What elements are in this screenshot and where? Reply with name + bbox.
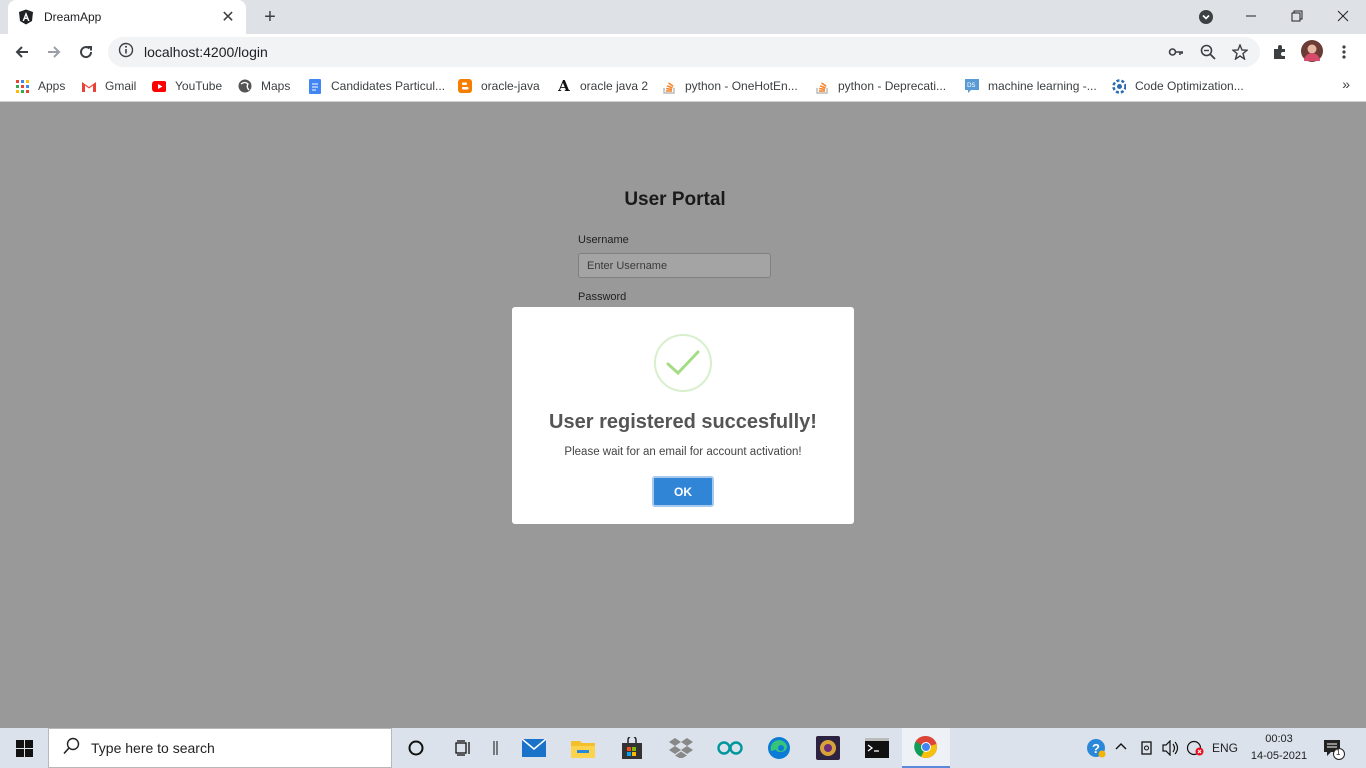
bookmark-label: Code Optimization... <box>1135 79 1244 93</box>
notifications-icon[interactable]: 1 <box>1322 738 1346 763</box>
username-input[interactable] <box>578 253 771 278</box>
bookmark-label: Gmail <box>105 79 137 93</box>
minimize-button[interactable] <box>1228 0 1274 32</box>
url-text: localhost:4200/login <box>144 44 268 60</box>
bookmark-python-deprecation[interactable]: python - Deprecati... <box>815 76 946 96</box>
clock-date: 14-05-2021 <box>1250 750 1308 762</box>
back-button[interactable] <box>8 38 36 66</box>
volume-icon[interactable] <box>1162 739 1180 759</box>
search-icon <box>63 737 81 760</box>
tab-close-icon[interactable]: ✕ <box>220 7 236 27</box>
onedrive-icon[interactable] <box>1140 740 1154 759</box>
forward-button[interactable] <box>40 38 68 66</box>
stackoverflow-icon <box>662 79 676 94</box>
angular-icon <box>18 9 34 25</box>
store-icon[interactable] <box>608 728 656 768</box>
blogger-icon <box>458 79 472 93</box>
clock-time: 00:03 <box>1265 733 1293 745</box>
key-icon[interactable] <box>1168 44 1184 60</box>
bookmark-label: python - Deprecati... <box>838 79 947 93</box>
avatar[interactable] <box>1301 40 1323 62</box>
language-indicator[interactable]: ENG <box>1212 741 1238 755</box>
chevron-up-icon[interactable] <box>1114 740 1128 757</box>
reload-button[interactable] <box>72 38 100 66</box>
network-disconnected-icon[interactable] <box>1186 740 1204 759</box>
mail-icon[interactable] <box>510 728 558 768</box>
bookmark-label: Maps <box>261 79 291 93</box>
maps-icon <box>238 79 252 93</box>
bookmark-oracle-java[interactable]: oracle-java <box>458 76 540 96</box>
windows-start-icon[interactable] <box>0 728 48 768</box>
docs-icon <box>308 78 322 94</box>
datascience-icon: DS <box>965 79 979 93</box>
chrome-icon[interactable] <box>902 728 950 768</box>
stackoverflow-icon <box>815 79 829 94</box>
game-app-icon[interactable] <box>804 728 852 768</box>
browser-tab[interactable]: DreamApp ✕ <box>8 0 246 34</box>
edge-icon[interactable] <box>755 728 803 768</box>
success-check-icon <box>654 334 712 392</box>
page-title: User Portal <box>624 189 726 210</box>
bookmark-label: Apps <box>38 79 66 93</box>
cortana-icon[interactable] <box>392 728 440 768</box>
dialog-title: User registered succesfully! <box>549 411 817 433</box>
bookmark-star-icon[interactable] <box>1232 44 1248 60</box>
code-icon <box>1112 78 1126 94</box>
dropbox-icon[interactable] <box>657 728 705 768</box>
menu-icon[interactable] <box>1334 42 1354 62</box>
tab-search-icon[interactable] <box>1197 8 1215 26</box>
ok-button[interactable]: OK <box>652 476 714 507</box>
new-tab-button[interactable]: + <box>258 6 282 28</box>
gmail-icon <box>82 79 96 93</box>
bookmark-label: python - OneHotEn... <box>685 79 798 93</box>
search-placeholder: Type here to search <box>91 740 215 756</box>
bookmark-label: machine learning -... <box>988 79 1097 93</box>
info-icon[interactable] <box>118 42 134 63</box>
bookmark-apps[interactable]: Apps <box>15 76 65 96</box>
bookmark-label: oracle-java <box>481 79 540 93</box>
taskbar: Type here to search ? ENG 00:03 14-05-20… <box>0 728 1366 768</box>
close-window-button[interactable] <box>1320 0 1366 32</box>
bookmark-python-onehot[interactable]: python - OneHotEn... <box>662 76 798 96</box>
arduino-icon[interactable] <box>706 728 754 768</box>
taskbar-search[interactable]: Type here to search <box>48 728 392 768</box>
notification-count: 1 <box>1336 748 1341 757</box>
apps-grid-icon <box>15 79 29 93</box>
youtube-icon <box>152 79 166 93</box>
bookmark-oracle-java-2[interactable]: A oracle java 2 <box>557 76 648 96</box>
bookmark-candidates[interactable]: Candidates Particul... <box>308 76 445 96</box>
bookmark-machine-learning[interactable]: DS machine learning -... <box>965 76 1097 96</box>
tab-title: DreamApp <box>44 10 102 24</box>
bookmarks-overflow-button[interactable]: » <box>1342 76 1350 92</box>
extensions-icon[interactable] <box>1270 42 1290 62</box>
dialog-message: Please wait for an email for account act… <box>564 446 802 458</box>
terminal-icon[interactable] <box>853 728 901 768</box>
browser-tab-strip: DreamApp ✕ + <box>0 0 1366 34</box>
browser-toolbar: localhost:4200/login <box>0 34 1366 70</box>
system-clock[interactable]: 00:03 14-05-2021 <box>1248 731 1310 765</box>
password-label: Password <box>578 291 627 303</box>
address-bar[interactable]: localhost:4200/login <box>108 37 1260 67</box>
bookmarks-bar: Apps Gmail YouTube Maps Candidates Parti… <box>0 70 1366 102</box>
bookmark-label: oracle java 2 <box>580 79 649 93</box>
page-viewport: User Portal Username Password User regis… <box>0 103 1366 728</box>
bookmark-youtube[interactable]: YouTube <box>152 76 222 96</box>
bookmark-gmail[interactable]: Gmail <box>82 76 136 96</box>
bookmark-label: Candidates Particul... <box>331 79 446 93</box>
bookmark-code-optimization[interactable]: Code Optimization... <box>1112 76 1244 96</box>
zoom-icon[interactable] <box>1200 44 1216 60</box>
restore-button[interactable] <box>1274 0 1320 32</box>
bookmark-maps[interactable]: Maps <box>238 76 290 96</box>
help-icon[interactable]: ? <box>1086 738 1106 761</box>
svg-text:DS: DS <box>967 82 976 89</box>
success-dialog: User registered succesfully! Please wait… <box>512 307 854 524</box>
bookmark-label: YouTube <box>175 79 223 93</box>
font-a-icon: A <box>558 77 570 95</box>
file-explorer-icon[interactable] <box>559 728 607 768</box>
username-label: Username <box>578 234 629 246</box>
